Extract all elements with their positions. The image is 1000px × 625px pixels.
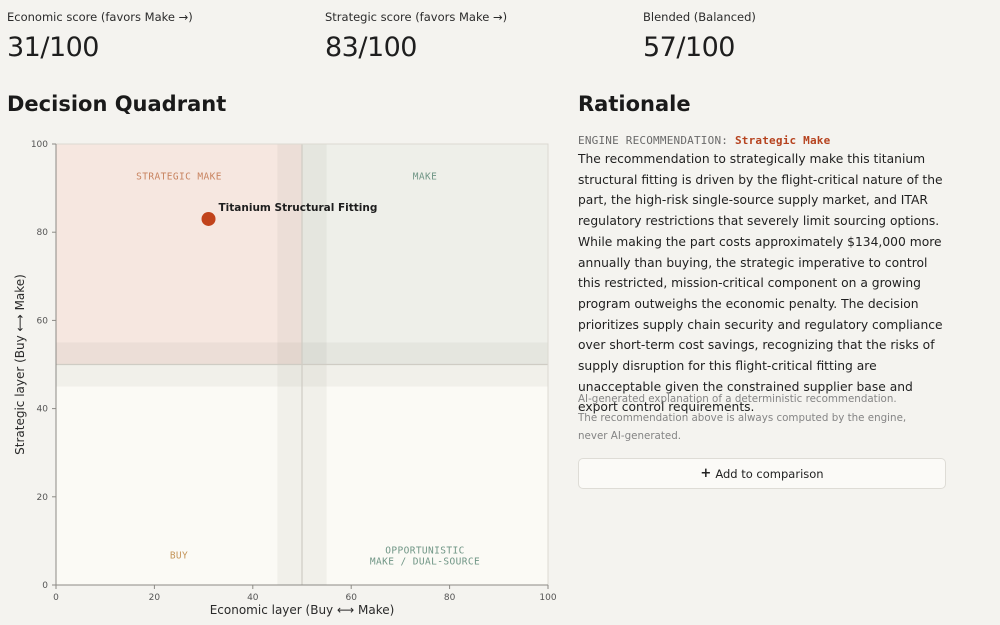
strategic-score-value: 83/100 [325,32,418,63]
rationale-title: Rationale [578,92,691,116]
y-tick-label: 40 [37,405,49,415]
y-tick-label: 20 [37,493,49,503]
quadrant-label-make: MAKE [413,171,437,182]
data-point-marker [201,211,216,226]
x-tick-label: 60 [345,593,357,603]
x-tick-label: 0 [53,593,59,603]
x-tick-label: 20 [149,593,161,603]
y-tick-label: 60 [37,316,49,326]
strategic-score: Strategic score (favors Make →) 83/100 [325,10,507,63]
quadrant-label-buy: BUY [170,551,188,562]
economic-score-value: 31/100 [7,32,99,63]
y-tick-label: 80 [37,228,49,238]
blended-score-label: Blended (Balanced) [643,10,756,24]
data-point-label: Titanium Structural Fitting [219,202,378,214]
decision-quadrant-chart: 0 20 40 60 80 100 0 20 40 60 80 100 Economic layer (… [0,128,560,625]
x-tick-label: 80 [444,593,456,603]
economic-score-label: Economic score (favors Make →) [7,10,193,24]
x-tick-label: 100 [539,593,556,603]
y-tick-label: 0 [42,581,48,591]
quadrant-chart-svg: 0 20 40 60 80 100 0 20 40 60 80 100 Economic layer (… [13,140,557,617]
blended-score: Blended (Balanced) 57/100 [643,10,756,63]
ai-disclaimer: AI-generated explanation of a determinis… [578,393,907,442]
x-axis-label: Economic layer (Buy ⟷ Make) [210,603,395,617]
economic-score: Economic score (favors Make →) 31/100 [7,10,193,63]
x-tick-label: 40 [247,593,259,603]
quadrant-title: Decision Quadrant [7,92,227,116]
rationale-text: The recommendation to strategically make… [578,152,943,415]
engine-recommendation: ENGINE RECOMMENDATION: Strategic Make [578,134,830,147]
quadrant-label-strategic-make: STRATEGIC MAKE [136,171,222,182]
strategic-score-label: Strategic score (favors Make →) [325,10,508,24]
add-to-comparison-button[interactable]: + Add to comparison [578,458,946,489]
blended-score-value: 57/100 [643,32,735,63]
engine-recommendation-prefix: ENGINE RECOMMENDATION: [578,134,729,147]
y-axis-label: Strategic layer (Buy ⟷ Make) [13,274,27,455]
quadrant-label-opportunistic: OPPORTUNISTIC MAKE / DUAL-SOURCE [370,546,480,568]
engine-recommendation-value: Strategic Make [734,134,831,147]
add-to-comparison-label: Add to comparison [715,466,824,481]
y-tick-label: 100 [31,140,48,150]
plus-icon: + [700,466,712,481]
